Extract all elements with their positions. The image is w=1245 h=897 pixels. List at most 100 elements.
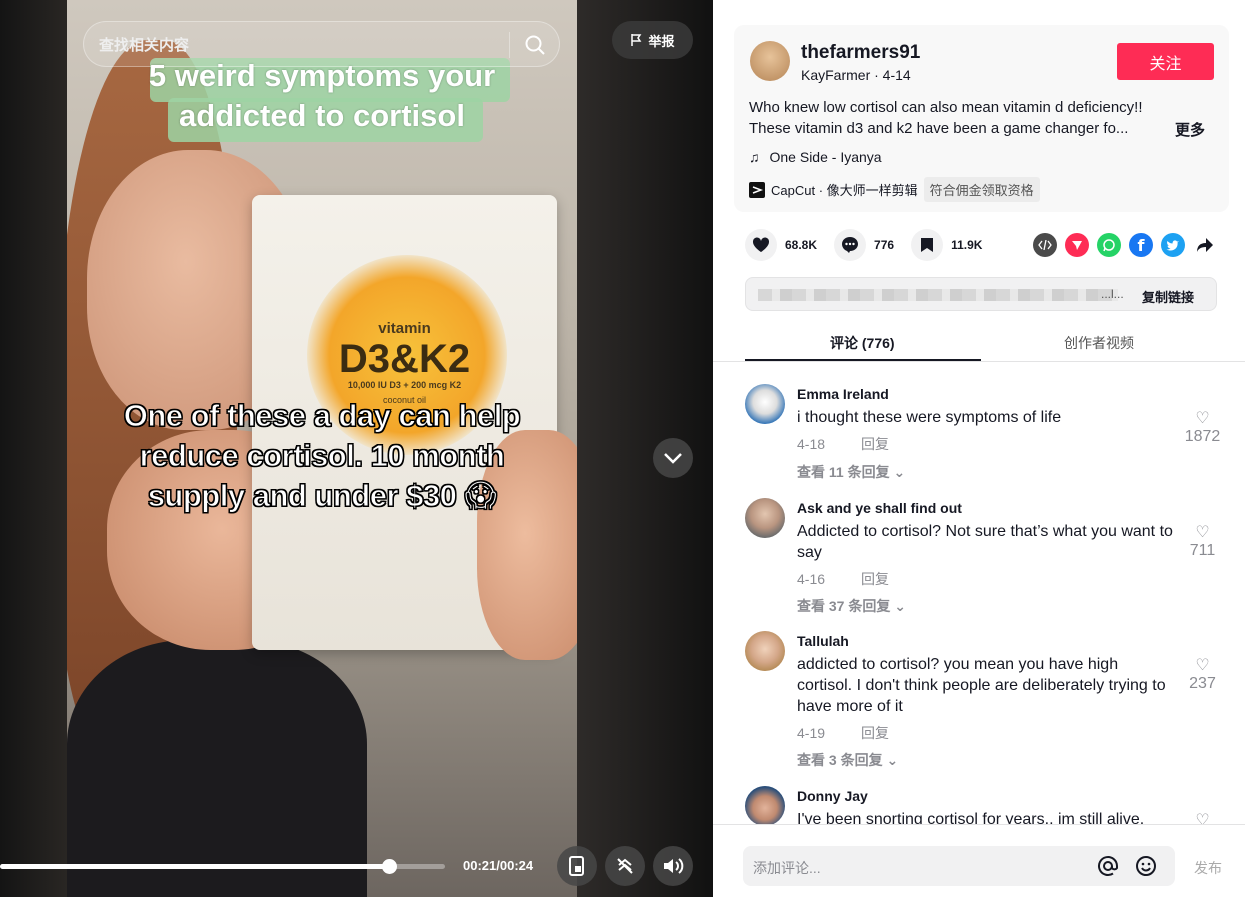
view-replies-button[interactable]: 查看 3 条回复 ⌄ — [797, 750, 898, 770]
send-icon[interactable] — [1065, 233, 1089, 257]
comment-meta: 4-16 回复 — [797, 569, 925, 589]
post-button[interactable]: 发布 — [1194, 858, 1222, 878]
comment-like-button[interactable]: ♡ 711 — [1180, 522, 1225, 560]
heart-outline-icon: ♡ — [1195, 812, 1210, 825]
comment-date: 4-16 — [797, 571, 826, 587]
save-button[interactable]: 11.9K — [911, 229, 982, 261]
chevron-down-icon: ⌄ — [894, 598, 906, 614]
product-name: vitamin — [378, 320, 431, 337]
comment-count: 776 — [874, 238, 895, 252]
search-input[interactable]: 查找相关内容 — [83, 21, 560, 67]
search-placeholder: 查找相关内容 — [99, 37, 190, 54]
report-label: 举报 — [648, 33, 675, 49]
reply-button[interactable]: 回复 — [861, 725, 889, 741]
search-icon[interactable] — [524, 34, 546, 56]
comment-avatar[interactable] — [745, 498, 785, 538]
music-link[interactable]: ♫ One Side - Iyanya — [749, 149, 882, 165]
twitter-icon[interactable] — [1161, 233, 1185, 257]
save-count: 11.9K — [951, 238, 983, 252]
follow-button[interactable]: 关注 — [1117, 43, 1214, 80]
composer-divider — [713, 824, 1245, 825]
comment-text: addicted to cortisol? you mean you have … — [797, 656, 1166, 715]
side-panel: thefarmers91 KayFarmer · 4-14 关注 Who kne… — [713, 0, 1245, 897]
author-avatar[interactable] — [750, 41, 790, 81]
view-replies-button[interactable]: 查看 37 条回复 ⌄ — [797, 596, 906, 616]
like-button[interactable]: 68.8K — [745, 229, 817, 261]
desc-line1: Who knew low cortisol can also mean vita… — [749, 99, 1143, 116]
chevron-down-icon — [664, 453, 682, 464]
search-divider — [509, 32, 510, 58]
comment-input[interactable]: 添加评论... — [743, 846, 1175, 886]
volume-icon — [664, 858, 684, 874]
video-time: 00:21/00:24 — [463, 858, 534, 873]
comment-author[interactable]: Tallulah — [797, 633, 849, 649]
comment-like-count: 1872 — [1184, 428, 1221, 445]
comment-like-count: 711 — [1189, 542, 1216, 559]
mention-icon[interactable] — [1097, 855, 1119, 877]
tab-comments[interactable]: 评论 (776) — [830, 333, 895, 353]
comment-like-button[interactable]: ♡ 1872 — [1180, 408, 1225, 446]
blurred-url — [758, 289, 1118, 301]
view-replies-button[interactable]: 查看 11 条回复 ⌄ — [797, 462, 905, 482]
flag-icon — [631, 34, 642, 46]
progress-fill — [0, 864, 390, 869]
comment-button[interactable]: 776 — [834, 229, 894, 261]
comment-list: Emma Ireland i thought these were sympto… — [713, 362, 1245, 825]
comment-text: I've been snorting cortisol for years.. … — [797, 811, 1145, 825]
comment-avatar[interactable] — [745, 631, 785, 671]
comment-author[interactable]: Donny Jay — [797, 788, 868, 804]
comment-author[interactable]: Emma Ireland — [797, 386, 889, 402]
reply-button[interactable]: 回复 — [861, 571, 889, 587]
embed-icon[interactable] — [1033, 233, 1057, 257]
copy-link-bar: ...l... 复制链接 — [745, 277, 1217, 311]
chevron-down-icon: ⌄ — [886, 752, 899, 768]
bookmark-icon — [921, 238, 934, 252]
reply-button[interactable]: 回复 — [861, 436, 889, 452]
video-blur-left — [0, 0, 70, 897]
music-title: One Side - Iyanya — [769, 149, 882, 165]
comment-avatar[interactable] — [745, 384, 785, 424]
video-player[interactable]: micro ingredients vitamin D3&K2 10,000 I… — [0, 0, 713, 897]
overlay-title-line2: addicted to cortisol — [179, 98, 465, 133]
capcut-tag: 符合佣金领取资格 — [923, 177, 1040, 202]
more-button[interactable]: 更多 — [1175, 119, 1205, 140]
report-button[interactable]: 举报 — [612, 21, 693, 59]
share-arrow-icon[interactable] — [1193, 233, 1217, 257]
comment-input-placeholder: 添加评论... — [753, 860, 821, 876]
url-ellipsis: ...l... — [1101, 287, 1124, 301]
facebook-icon[interactable]: f — [1129, 233, 1153, 257]
author-username[interactable]: thefarmers91 — [801, 42, 920, 64]
caption-line3: supply and under $30 😱 — [147, 478, 497, 514]
progress-bar[interactable] — [0, 859, 445, 874]
autoscroll-button[interactable] — [605, 846, 645, 886]
capcut-label: CapCut · 像大师一样剪辑 — [771, 183, 918, 198]
comment-like-count: 237 — [1189, 675, 1216, 692]
comment-like-button[interactable]: ♡ — [1180, 810, 1225, 825]
caption-line2: reduce cortisol. 10 month — [139, 438, 505, 474]
product-big: D3&K2 — [338, 337, 471, 381]
tab-creator-videos[interactable]: 创作者视频 — [1064, 333, 1134, 353]
heart-outline-icon: ♡ — [1195, 657, 1210, 674]
capcut-icon — [749, 181, 765, 198]
emoji-icon[interactable] — [1135, 855, 1157, 877]
comment-meta: 4-19 回复 — [797, 723, 925, 743]
comment-meta: 4-18 回复 — [797, 434, 925, 454]
comment-like-button[interactable]: ♡ 237 — [1180, 655, 1225, 693]
capcut-link[interactable]: CapCut · 像大师一样剪辑 符合佣金领取资格 — [749, 177, 1040, 202]
volume-button[interactable] — [653, 846, 693, 886]
comment-text: i thought these were symptoms of life — [797, 409, 1062, 426]
chevron-down-icon: ⌄ — [893, 464, 906, 480]
miniplayer-icon — [569, 856, 584, 876]
comment-date: 4-19 — [797, 725, 826, 741]
video-blur-right — [577, 0, 713, 897]
music-note-icon: ♫ — [749, 149, 760, 165]
comment-author[interactable]: Ask and ye shall find out — [797, 500, 962, 516]
whatsapp-icon[interactable] — [1097, 233, 1121, 257]
copy-link-button[interactable]: 复制链接 — [1142, 287, 1194, 306]
video-shirt — [67, 640, 367, 897]
next-video-button[interactable] — [653, 438, 693, 478]
comment-avatar[interactable] — [745, 786, 785, 825]
view-replies-label: 查看 3 条回复 — [797, 752, 883, 768]
product-dose: 10,000 IU D3 + 200 mcg K2 — [347, 380, 462, 390]
miniplayer-button[interactable] — [557, 846, 597, 886]
